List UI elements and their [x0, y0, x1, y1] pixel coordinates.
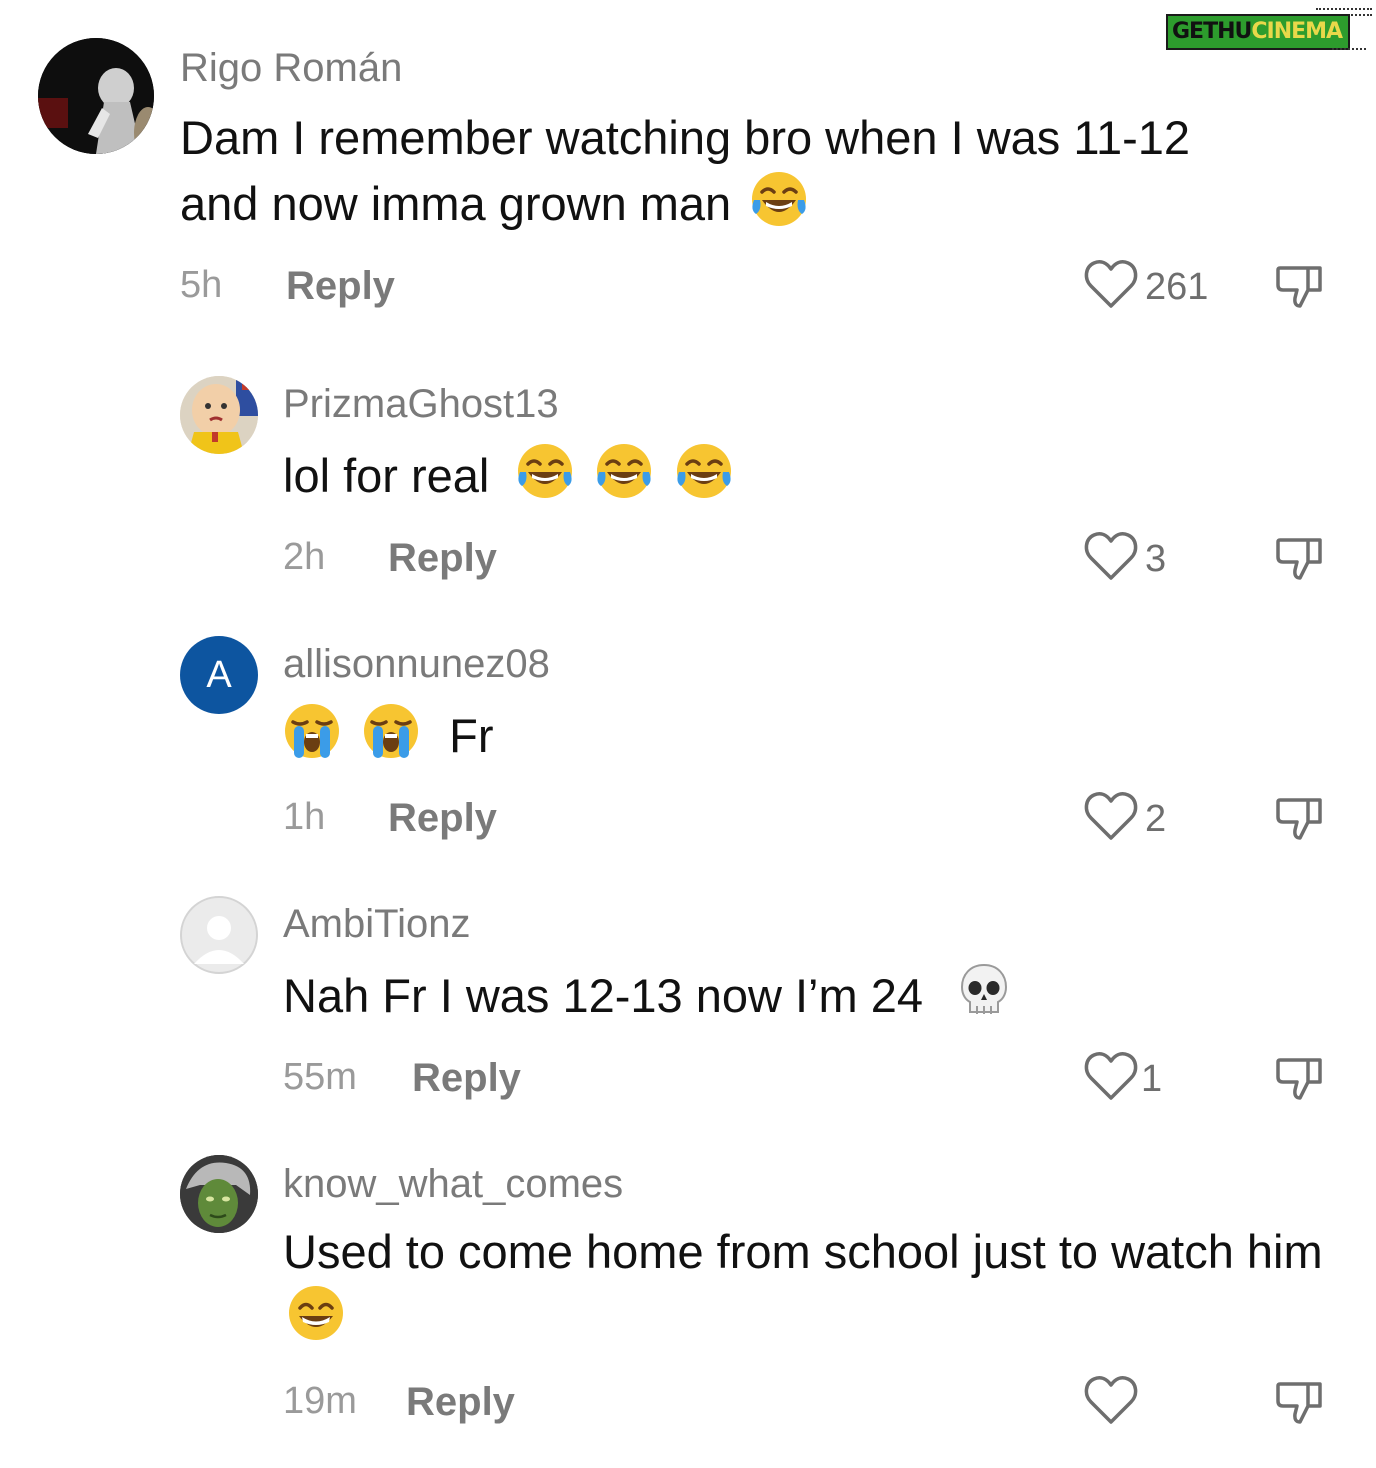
dislike-button[interactable] — [1274, 1376, 1326, 1433]
like-button[interactable] — [1083, 1374, 1145, 1431]
comment-item: know_what_comes Used to come home from s… — [0, 0, 1376, 1460]
avatar[interactable] — [180, 1155, 258, 1233]
comment-timestamp: 19m — [283, 1380, 357, 1422]
thumbs-down-icon — [1274, 1382, 1326, 1432]
reply-button[interactable]: Reply — [406, 1382, 515, 1422]
comment-username[interactable]: know_what_comes — [283, 1164, 623, 1204]
comment-text: Used to come home from school just to wa… — [283, 1225, 1323, 1278]
comment-text-block: Used to come home from school just to wa… — [283, 1220, 1353, 1350]
grinning-face-with-smiling-eyes-icon — [287, 1284, 345, 1342]
heart-outline-icon — [1083, 1374, 1139, 1431]
